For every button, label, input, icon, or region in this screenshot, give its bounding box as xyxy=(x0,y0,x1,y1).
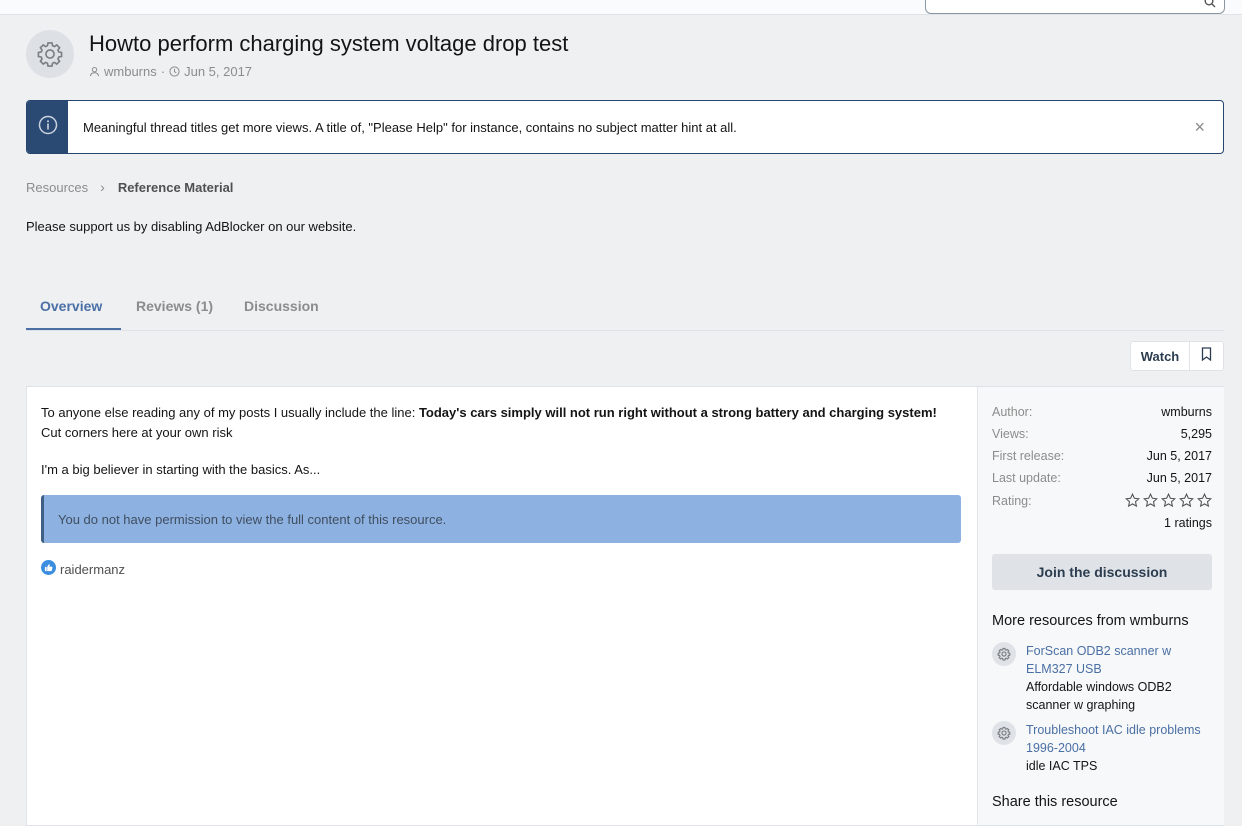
more-resource-link[interactable]: ForScan ODB2 scanner w ELM327 USB xyxy=(1026,642,1216,678)
info-first-release-value: Jun 5, 2017 xyxy=(1146,449,1212,463)
star-icon xyxy=(1196,492,1213,513)
resource-gear-icon xyxy=(992,721,1016,745)
chevron-right-icon: › xyxy=(100,179,105,195)
tab-reviews[interactable]: Reviews (1) xyxy=(136,298,213,314)
close-icon[interactable]: × xyxy=(1194,118,1205,136)
info-icon xyxy=(38,115,58,140)
tab-discussion[interactable]: Discussion xyxy=(244,298,319,314)
resource-sidebar: Author: wmburns Views: 5,295 First release… xyxy=(977,387,1224,825)
active-tab-indicator xyxy=(26,328,121,330)
star-icon xyxy=(1142,492,1159,513)
info-rating-label: Rating: xyxy=(992,494,1032,508)
resource-meta: wmburns · Jun 5, 2017 xyxy=(89,64,252,79)
rating-stars xyxy=(1124,492,1213,513)
likes-bar: raidermanz xyxy=(41,560,125,578)
star-icon xyxy=(1124,492,1141,513)
post-intro-paragraph: To anyone else reading any of my posts I… xyxy=(41,403,941,443)
info-last-update-label: Last update: xyxy=(992,471,1061,485)
watch-button[interactable]: Watch xyxy=(1131,342,1190,370)
info-last-update: Last update: Jun 5, 2017 xyxy=(992,471,1212,485)
meta-separator: · xyxy=(160,64,166,79)
notice-banner: Meaningful thread titles get more views.… xyxy=(26,100,1224,154)
post-second-paragraph: I'm a big believer in starting with the … xyxy=(41,462,321,477)
post-tail-text: Cut corners here at your own risk xyxy=(41,425,233,440)
info-first-release-label: First release: xyxy=(992,449,1065,463)
info-last-update-value: Jun 5, 2017 xyxy=(1146,471,1212,485)
breadcrumb-reference-material[interactable]: Reference Material xyxy=(118,180,234,195)
info-first-release: First release: Jun 5, 2017 xyxy=(992,449,1212,463)
permission-text: You do not have permission to view the f… xyxy=(58,512,447,527)
tab-overview[interactable]: Overview xyxy=(40,298,102,314)
permission-notice: You do not have permission to view the f… xyxy=(41,495,961,543)
info-views: Views: 5,295 xyxy=(992,427,1212,441)
adblock-note: Please support us by disabling AdBlocker… xyxy=(26,219,357,234)
user-icon xyxy=(89,66,100,77)
notice-side xyxy=(27,101,68,153)
star-icon xyxy=(1160,492,1177,513)
search-input[interactable] xyxy=(925,0,1225,14)
more-resource-desc: Affordable windows ODB2 scanner w graphi… xyxy=(1026,680,1172,712)
like-icon xyxy=(41,560,56,578)
post-intro-text: To anyone else reading any of my posts I… xyxy=(41,405,419,420)
tab-bar: Overview Reviews (1) Discussion xyxy=(26,284,1224,331)
top-bar xyxy=(0,0,1242,15)
post-bold-text: Today's cars simply will not run right w… xyxy=(418,405,937,420)
ratings-count: 1 ratings xyxy=(1164,516,1212,530)
star-icon xyxy=(1178,492,1195,513)
share-title: Share this resource xyxy=(992,794,1118,810)
liker-link[interactable]: raidermanz xyxy=(60,562,125,577)
breadcrumb-resources[interactable]: Resources xyxy=(26,180,88,195)
resource-body: To anyone else reading any of my posts I… xyxy=(27,387,977,825)
resource-gear-icon xyxy=(992,642,1016,666)
bookmark-icon xyxy=(1201,346,1212,366)
breadcrumb: Resources › Reference Material xyxy=(26,179,233,195)
search-icon[interactable] xyxy=(1204,0,1216,13)
join-discussion-button[interactable]: Join the discussion xyxy=(992,554,1212,590)
info-author-value[interactable]: wmburns xyxy=(1161,405,1212,419)
info-author: Author: wmburns xyxy=(992,405,1212,419)
info-views-value: 5,295 xyxy=(1180,427,1212,441)
resource-gear-icon xyxy=(26,30,74,78)
clock-icon xyxy=(169,66,180,77)
resource-panel: To anyone else reading any of my posts I… xyxy=(26,386,1224,826)
resource-actions: Watch xyxy=(1130,341,1224,371)
more-resource-link[interactable]: Troubleshoot IAC idle problems 1996-2004 xyxy=(1026,721,1216,757)
more-resource-desc: idle IAC TPS xyxy=(1026,759,1098,773)
info-views-label: Views: xyxy=(992,427,1029,441)
info-author-label: Author: xyxy=(992,405,1033,419)
author-link[interactable]: wmburns xyxy=(104,64,157,79)
bookmark-button[interactable] xyxy=(1190,342,1223,370)
more-resources-title: More resources from wmburns xyxy=(992,613,1189,629)
date-link[interactable]: Jun 5, 2017 xyxy=(184,64,252,79)
page-title: Howto perform charging system voltage dr… xyxy=(89,31,569,56)
notice-text: Meaningful thread titles get more views.… xyxy=(83,120,737,135)
